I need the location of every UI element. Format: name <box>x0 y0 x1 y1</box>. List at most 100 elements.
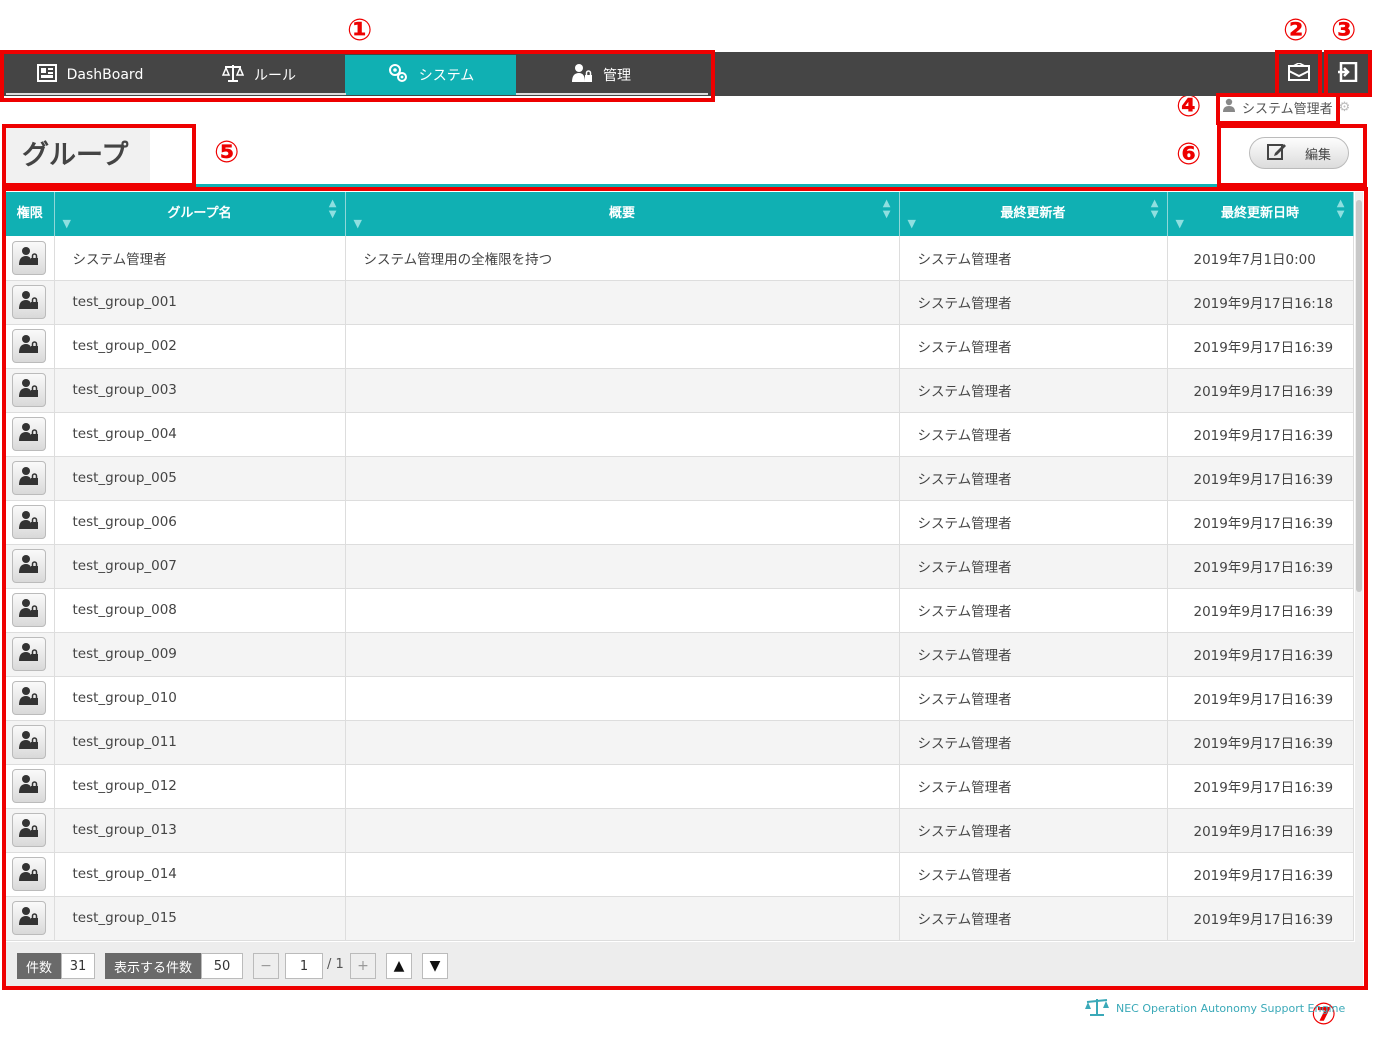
table-row[interactable]: test_group_008 システム管理者 2019年9月17日16:39 <box>6 588 1354 633</box>
group-name-cell: test_group_009 <box>54 632 346 677</box>
table-row[interactable]: test_group_010 システム管理者 2019年9月17日16:39 <box>6 676 1354 721</box>
permission-cell <box>6 412 55 457</box>
table-row[interactable]: test_group_007 システム管理者 2019年9月17日16:39 <box>6 544 1354 589</box>
summary-cell <box>345 808 900 853</box>
nav-item-dashboard[interactable]: DashBoard <box>6 55 174 95</box>
edit-button[interactable]: 編集 <box>1249 137 1349 169</box>
page-input[interactable]: 1 <box>285 953 323 979</box>
logout-icon <box>1336 61 1358 86</box>
nav-item-rule[interactable]: ルール <box>174 55 344 95</box>
updated-cell: 2019年9月17日16:39 <box>1167 896 1354 941</box>
permission-cell <box>6 676 55 721</box>
permission-button[interactable] <box>12 417 46 451</box>
permission-button[interactable] <box>12 813 46 847</box>
user-lock-icon <box>19 598 39 622</box>
table-row[interactable]: test_group_015 システム管理者 2019年9月17日16:39 <box>6 896 1354 941</box>
table-row[interactable]: test_group_006 システム管理者 2019年9月17日16:39 <box>6 500 1354 545</box>
current-user[interactable]: システム管理者 ⚙ <box>1222 97 1350 117</box>
permission-button[interactable] <box>12 285 46 319</box>
mail-button[interactable] <box>1280 56 1318 92</box>
permission-button[interactable] <box>12 593 46 627</box>
permission-cell <box>6 368 55 413</box>
permission-cell <box>6 280 55 325</box>
user-lock-icon <box>571 63 593 87</box>
group-name-cell: test_group_002 <box>54 324 346 369</box>
filter-icon[interactable]: ▼ <box>354 217 362 230</box>
page-total: / 1 <box>327 957 344 972</box>
updater-cell: システム管理者 <box>899 500 1168 545</box>
edit-icon <box>1266 142 1287 164</box>
user-lock-icon <box>19 290 39 314</box>
sort-icon[interactable]: ▲ ▼ <box>1337 198 1345 220</box>
updated-cell: 2019年9月17日16:39 <box>1167 808 1354 853</box>
updater-cell: システム管理者 <box>899 720 1168 765</box>
permission-button[interactable] <box>12 240 46 275</box>
next-page-button[interactable]: + <box>350 953 376 979</box>
summary-cell <box>345 676 900 721</box>
permission-button[interactable] <box>12 637 46 671</box>
column-header-summary[interactable]: 概要 ▲ ▼ ▼ <box>345 192 900 236</box>
summary-cell <box>345 412 900 457</box>
group-name-cell: test_group_011 <box>54 720 346 765</box>
sort-icon[interactable]: ▲ ▼ <box>1151 198 1159 220</box>
permission-button[interactable] <box>12 329 46 363</box>
title-underline <box>190 184 1220 187</box>
permission-button[interactable] <box>12 461 46 495</box>
table-row[interactable]: test_group_014 システム管理者 2019年9月17日16:39 <box>6 852 1354 897</box>
nav-item-system[interactable]: システム <box>345 55 516 95</box>
permission-button[interactable] <box>12 549 46 583</box>
user-lock-icon <box>19 818 39 842</box>
group-name-cell: test_group_012 <box>54 764 346 809</box>
table-row[interactable]: test_group_013 システム管理者 2019年9月17日16:39 <box>6 808 1354 853</box>
group-name-cell: test_group_015 <box>54 896 346 941</box>
summary-cell <box>345 456 900 501</box>
table-row[interactable]: test_group_011 システム管理者 2019年9月17日16:39 <box>6 720 1354 765</box>
permission-button[interactable] <box>12 373 46 407</box>
sort-icon[interactable]: ▲ ▼ <box>329 198 337 220</box>
updater-cell: システム管理者 <box>899 368 1168 413</box>
permission-button[interactable] <box>12 857 46 891</box>
brand-text: NEC Operation Autonomy Support Engine <box>1116 1001 1346 1015</box>
table-row[interactable]: test_group_003 システム管理者 2019年9月17日16:39 <box>6 368 1354 413</box>
permission-button[interactable] <box>12 769 46 803</box>
scroll-up-button[interactable]: ▲ <box>386 953 412 979</box>
user-icon <box>1222 98 1236 116</box>
nav-item-admin[interactable]: 管理 <box>516 55 686 95</box>
group-name-cell: test_group_004 <box>54 412 346 457</box>
filter-icon[interactable]: ▼ <box>63 217 71 230</box>
filter-icon[interactable]: ▼ <box>1176 217 1184 230</box>
table-row[interactable]: test_group_002 システム管理者 2019年9月17日16:39 <box>6 324 1354 369</box>
updater-cell: システム管理者 <box>899 764 1168 809</box>
group-name-cell: test_group_001 <box>54 280 346 325</box>
column-header-permission[interactable]: 権限 <box>6 192 55 236</box>
logout-button[interactable] <box>1328 56 1366 92</box>
summary-cell <box>345 368 900 413</box>
per-page-input[interactable]: 50 <box>201 953 243 979</box>
scroll-down-button[interactable]: ▼ <box>422 953 448 979</box>
permission-button[interactable] <box>12 901 46 935</box>
permission-button[interactable] <box>12 681 46 715</box>
permission-cell <box>6 324 55 369</box>
prev-page-button[interactable]: − <box>253 953 279 979</box>
updated-cell: 2019年9月17日16:39 <box>1167 852 1354 897</box>
count-value: 31 <box>61 953 95 979</box>
summary-cell <box>345 632 900 677</box>
table-row[interactable]: test_group_005 システム管理者 2019年9月17日16:39 <box>6 456 1354 501</box>
filter-icon[interactable]: ▼ <box>908 217 916 230</box>
user-lock-icon <box>19 862 39 886</box>
column-header-updated[interactable]: 最終更新日時 ▲ ▼ ▼ <box>1167 192 1354 236</box>
scrollbar-thumb[interactable] <box>1356 200 1362 592</box>
table-row[interactable]: test_group_012 システム管理者 2019年9月17日16:39 <box>6 764 1354 809</box>
table-row[interactable]: test_group_001 システム管理者 2019年9月17日16:18 <box>6 280 1354 325</box>
summary-cell: システム管理用の全権限を持つ <box>345 236 900 281</box>
permission-button[interactable] <box>12 725 46 759</box>
table-row[interactable]: システム管理者 システム管理用の全権限を持つ システム管理者 2019年7月1日0:0… <box>6 236 1354 281</box>
table-row[interactable]: test_group_009 システム管理者 2019年9月17日16:39 <box>6 632 1354 677</box>
column-header-updater[interactable]: 最終更新者 ▲ ▼ ▼ <box>899 192 1168 236</box>
permission-button[interactable] <box>12 505 46 539</box>
sort-icon[interactable]: ▲ ▼ <box>883 198 891 220</box>
gear-icon[interactable]: ⚙ <box>1339 100 1351 115</box>
group-name-cell: test_group_008 <box>54 588 346 633</box>
table-row[interactable]: test_group_004 システム管理者 2019年9月17日16:39 <box>6 412 1354 457</box>
column-header-group-name[interactable]: グループ名 ▲ ▼ ▼ <box>54 192 346 236</box>
